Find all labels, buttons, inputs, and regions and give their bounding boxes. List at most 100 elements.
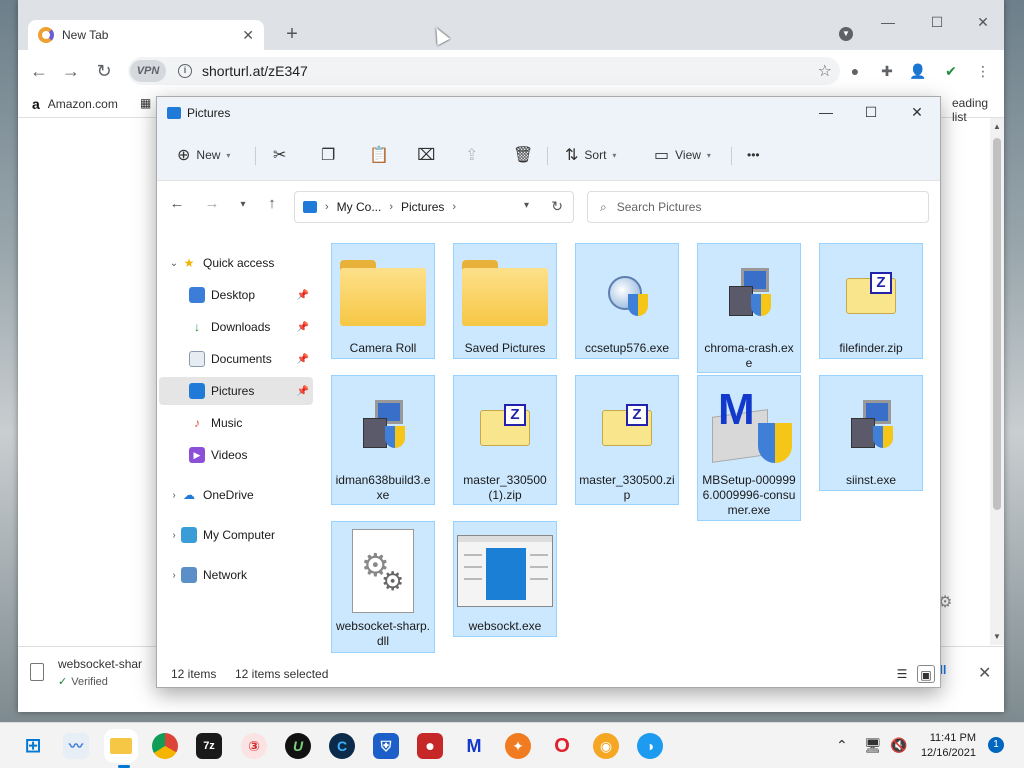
search-input[interactable]: ⌕ Search Pictures bbox=[587, 191, 929, 223]
reload-icon[interactable]: ↻ bbox=[93, 60, 115, 82]
chevron-right-icon[interactable]: › bbox=[167, 530, 181, 541]
ccleaner-icon[interactable]: C bbox=[329, 733, 355, 759]
close-icon[interactable]: ✕ bbox=[968, 14, 998, 31]
chevron-right-icon[interactable]: › bbox=[167, 570, 181, 581]
file-tile[interactable]: ccsetup576.exe bbox=[575, 243, 679, 359]
file-tile[interactable]: websockt.exe bbox=[453, 521, 557, 637]
maximize-icon[interactable]: ☐ bbox=[922, 14, 952, 31]
rename-icon[interactable]: ⌧ bbox=[417, 143, 441, 167]
nav-pictures[interactable]: Pictures 📌 bbox=[159, 377, 313, 405]
nav-music[interactable]: ♪ Music bbox=[159, 409, 313, 437]
chevron-down-icon[interactable]: ⌄ bbox=[167, 258, 181, 269]
nav-quick-access[interactable]: ⌄ ★ Quick access bbox=[159, 249, 313, 277]
vpn-badge[interactable]: VPN bbox=[130, 60, 166, 82]
avast-icon[interactable]: ✦ bbox=[505, 733, 531, 759]
delete-icon[interactable]: 🗑 bbox=[513, 143, 539, 167]
page-scrollbar[interactable]: ▲ ▼ bbox=[990, 118, 1004, 645]
up-icon[interactable]: ↑ bbox=[263, 195, 281, 212]
computer-icon bbox=[181, 527, 197, 543]
scrollbar-thumb[interactable] bbox=[993, 138, 1001, 510]
address-dropdown-icon[interactable]: ▾ bbox=[524, 200, 529, 211]
details-view-icon[interactable]: ☰ bbox=[893, 665, 911, 683]
back-icon[interactable]: ← bbox=[168, 195, 186, 212]
nav-documents[interactable]: Documents 📌 bbox=[159, 345, 313, 373]
nav-desktop[interactable]: Desktop 📌 bbox=[159, 281, 313, 309]
7zip-icon[interactable]: 7z bbox=[196, 733, 222, 759]
view-button[interactable]: ▭ View ▾ bbox=[654, 143, 711, 167]
shield-extension-icon[interactable]: ✔ bbox=[942, 62, 960, 80]
network-tray-icon[interactable]: 🖥 bbox=[864, 737, 882, 754]
download-bar-close-icon[interactable]: ✕ bbox=[978, 663, 991, 683]
file-tile[interactable]: ⚙ ⚙ websocket-sharp.dll bbox=[331, 521, 435, 653]
address-bar[interactable]: VPN i shorturl.at/zE347 ☆ bbox=[128, 57, 840, 85]
paste-icon[interactable]: 📋 bbox=[369, 143, 395, 167]
tab-close-icon[interactable]: ✕ bbox=[242, 27, 254, 44]
new-tab-button[interactable]: + bbox=[280, 22, 304, 46]
close-icon[interactable]: ✕ bbox=[902, 104, 932, 121]
refresh-icon[interactable]: ↻ bbox=[551, 198, 563, 215]
breadcrumb[interactable]: › My Co... › Pictures › ▾ ↻ bbox=[294, 191, 574, 223]
file-explorer-icon[interactable] bbox=[108, 733, 134, 759]
minimize-icon[interactable]: — bbox=[811, 104, 841, 120]
copy-icon[interactable]: ❐ bbox=[321, 143, 341, 167]
file-tile[interactable]: Camera Roll bbox=[331, 243, 435, 359]
chrome-icon[interactable] bbox=[152, 733, 178, 759]
notification-badge[interactable]: 1 bbox=[988, 737, 1004, 753]
url-text[interactable]: shorturl.at/zE347 bbox=[202, 63, 818, 79]
file-tile[interactable]: Saved Pictures bbox=[453, 243, 557, 359]
volume-muted-icon[interactable]: 🔇 bbox=[890, 737, 907, 754]
tab-new-tab[interactable]: New Tab ✕ bbox=[28, 20, 264, 50]
maximize-icon[interactable]: ☐ bbox=[856, 104, 886, 121]
clock[interactable]: 11:41 PM 12/16/2021 bbox=[914, 731, 976, 761]
tab-search-icon[interactable]: ▼ bbox=[839, 27, 853, 41]
share-icon[interactable]: ⇪ bbox=[465, 143, 484, 167]
bookmark-folder-icon[interactable]: ▦ bbox=[140, 96, 151, 110]
chevron-right-icon[interactable]: › bbox=[167, 490, 181, 501]
file-tile[interactable]: idman638build3.exe bbox=[331, 375, 435, 505]
tray-overflow-icon[interactable]: ⌃ bbox=[836, 737, 848, 754]
resource-monitor-icon[interactable]: 〰 bbox=[63, 733, 89, 759]
breadcrumb-pictures[interactable]: Pictures bbox=[401, 200, 444, 214]
forward-icon[interactable]: → bbox=[60, 60, 82, 82]
nav-onedrive[interactable]: › ☁ OneDrive bbox=[159, 481, 313, 509]
breadcrumb-my-computer[interactable]: My Co... bbox=[337, 200, 382, 214]
opera-icon[interactable]: O bbox=[549, 733, 575, 759]
sort-button[interactable]: ⇅ Sort ▾ bbox=[565, 143, 616, 167]
malwarebytes-icon[interactable]: M bbox=[461, 733, 487, 759]
site-info-icon[interactable]: i bbox=[178, 64, 192, 78]
scroll-down-icon[interactable]: ▼ bbox=[993, 632, 1001, 641]
app-globe-icon[interactable]: ◑ bbox=[637, 733, 663, 759]
cut-icon[interactable]: ✂ bbox=[273, 143, 292, 167]
scroll-up-icon[interactable]: ▲ bbox=[993, 122, 1001, 131]
profile-icon[interactable]: 👤 bbox=[909, 62, 927, 80]
more-options-button[interactable]: ••• bbox=[747, 143, 760, 167]
norton-icon[interactable]: ◉ bbox=[593, 733, 619, 759]
nav-my-computer[interactable]: › My Computer bbox=[159, 521, 313, 549]
file-tile[interactable]: Z master_330500 (1).zip bbox=[453, 375, 557, 505]
adblock-extension-icon[interactable]: ● bbox=[846, 62, 864, 80]
extensions-puzzle-icon[interactable]: ✚ bbox=[878, 62, 896, 80]
app-red-icon[interactable]: ③ bbox=[241, 733, 267, 759]
nav-downloads[interactable]: ↓ Downloads 📌 bbox=[159, 313, 313, 341]
screen-recorder-icon[interactable]: ⏺ bbox=[417, 733, 443, 759]
nav-network[interactable]: › Network bbox=[159, 561, 313, 589]
back-icon[interactable]: ← bbox=[28, 60, 50, 82]
recent-locations-icon[interactable]: ▾ bbox=[234, 199, 252, 210]
bookmark-star-icon[interactable]: ☆ bbox=[818, 61, 832, 81]
file-tile[interactable]: Z master_330500.zip bbox=[575, 375, 679, 505]
file-tile[interactable]: M MBSetup-0009996.0009996-consumer.exe bbox=[697, 375, 801, 521]
minimize-icon[interactable]: — bbox=[873, 14, 903, 30]
menu-kebab-icon[interactable]: ⋮ bbox=[974, 62, 992, 80]
start-windows-icon[interactable]: ⊞ bbox=[20, 733, 46, 759]
new-button[interactable]: ⊕ New ▾ bbox=[177, 143, 230, 167]
large-icons-view-icon[interactable]: ▣ bbox=[917, 665, 935, 683]
file-tile[interactable]: Z filefinder.zip bbox=[819, 243, 923, 359]
download-item[interactable]: websocket-shar ✓ Verified bbox=[30, 655, 170, 699]
app-u-icon[interactable]: U bbox=[285, 733, 311, 759]
bookmark-amazon[interactable]: a Amazon.com bbox=[32, 96, 118, 112]
file-tile[interactable]: chroma-crash.exe bbox=[697, 243, 801, 373]
nav-videos[interactable]: ▶ Videos bbox=[159, 441, 313, 469]
file-tile[interactable]: siinst.exe bbox=[819, 375, 923, 491]
security-shield-icon[interactable]: ⛨ bbox=[373, 733, 399, 759]
forward-icon[interactable]: → bbox=[203, 195, 221, 212]
